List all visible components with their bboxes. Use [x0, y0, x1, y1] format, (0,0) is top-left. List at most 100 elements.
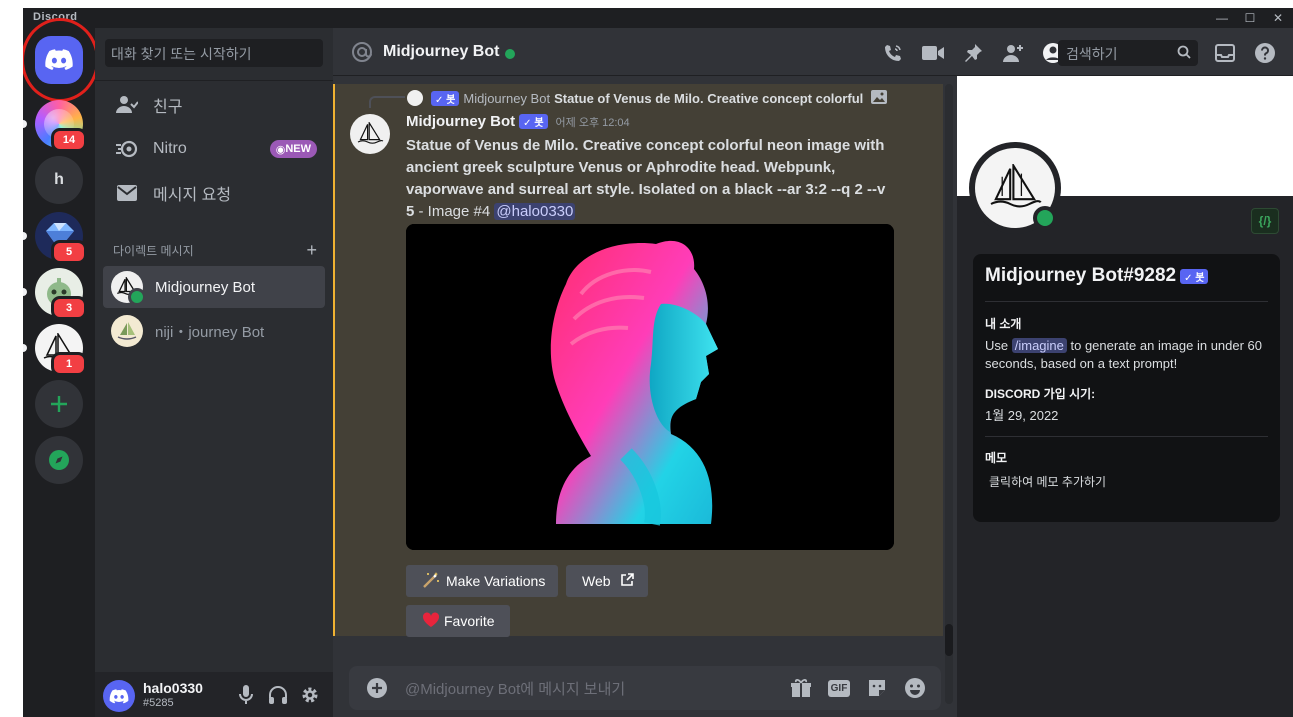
gif-label: GIF: [827, 679, 851, 697]
emoji-icon[interactable]: [903, 676, 927, 700]
niji-boat-icon: [117, 322, 137, 340]
message-author[interactable]: Midjourney Bot: [406, 113, 515, 130]
member-since-label: DISCORD 가입 시기:: [985, 387, 1096, 401]
image-icon: [871, 89, 888, 107]
server-icon-gem[interactable]: 5: [23, 212, 87, 264]
nitro-icon: [115, 137, 139, 161]
profile-username: Midjourney Bot#9282: [985, 265, 1177, 286]
dm-section-header: 다이렉트 메시지 +: [113, 240, 317, 261]
online-status-dot: [1033, 206, 1057, 230]
sidebar-divider: [95, 80, 333, 81]
channel-title: Midjourney Bot: [383, 43, 500, 60]
discord-logo-icon: [45, 49, 73, 70]
minimize-button[interactable]: —: [1209, 8, 1235, 28]
reply-preview[interactable]: ✓ 봇 Midjourney Bot Statue of Venus de Mi…: [407, 89, 888, 107]
user-profile-panel: {/} Midjourney Bot#9282 ✓ 봇 내 소개 Use /im…: [957, 76, 1293, 717]
search-icon: [1177, 45, 1191, 62]
server-icon-midjourney[interactable]: 1: [23, 324, 87, 376]
button-label: Web: [582, 573, 611, 589]
bot-badge: ✓ 봇: [1180, 268, 1209, 284]
settings-gear-icon[interactable]: [298, 684, 322, 706]
supports-commands-badge[interactable]: {/}: [1251, 208, 1279, 234]
message-composer[interactable]: @Midjourney Bot에 메시지 보내기 GIF: [349, 666, 941, 710]
at-sign-icon: [351, 41, 373, 68]
about-pre: Use: [985, 338, 1012, 353]
mention-badge: 3: [51, 296, 87, 320]
dm-item-niji-journey-bot[interactable]: niji・journey Bot: [103, 310, 325, 352]
microphone-icon[interactable]: [234, 684, 258, 706]
button-label: Favorite: [444, 613, 495, 629]
app-brand: Discord: [33, 11, 78, 23]
close-button[interactable]: ✕: [1265, 8, 1291, 28]
username: halo0330: [143, 680, 203, 696]
profile-avatar[interactable]: [969, 142, 1061, 234]
add-friend-to-dm-icon[interactable]: [1001, 41, 1025, 65]
sidebar-item-label: Nitro: [153, 140, 187, 157]
user-mention[interactable]: @halo0330: [494, 203, 576, 220]
sticker-icon[interactable]: [865, 676, 889, 700]
slash-command[interactable]: /imagine: [1011, 338, 1067, 353]
add-server-button[interactable]: [35, 380, 83, 428]
header-search-input[interactable]: 검색하기: [1058, 40, 1198, 66]
new-badge: ◉ NEW: [269, 140, 317, 158]
reply-connector: [369, 96, 405, 108]
server-icon-green[interactable]: 3: [23, 268, 87, 320]
video-call-icon[interactable]: [921, 41, 945, 65]
message-avatar[interactable]: [350, 114, 390, 154]
favorite-button[interactable]: Favorite: [406, 605, 510, 637]
gift-icon[interactable]: [789, 676, 813, 700]
button-label: Make Variations: [446, 573, 546, 589]
sidebar-item-message-requests[interactable]: 메시지 요청: [103, 172, 325, 214]
create-dm-button[interactable]: +: [306, 240, 317, 261]
profile-card: Midjourney Bot#9282 ✓ 봇 내 소개 Use /imagin…: [973, 254, 1280, 522]
channel-header: Midjourney Bot 검색하기: [333, 28, 1293, 76]
image-label: - Image #4: [414, 203, 495, 220]
server-icon-h[interactable]: h: [35, 156, 83, 204]
find-conversation-input[interactable]: 대화 찾기 또는 시작하기: [105, 39, 323, 67]
unread-pill: [23, 288, 27, 296]
scrollbar-thumb[interactable]: [945, 624, 953, 656]
server-icon-gradient[interactable]: 14: [23, 100, 87, 152]
upload-plus-icon[interactable]: [365, 676, 389, 700]
inbox-icon[interactable]: [1213, 41, 1237, 65]
maximize-button[interactable]: ☐: [1237, 8, 1263, 28]
sidebar-item-friends[interactable]: 친구: [103, 84, 325, 126]
voice-call-icon[interactable]: [881, 41, 905, 65]
sidebar-item-label: 메시지 요청: [153, 187, 232, 204]
compass-icon: [49, 450, 69, 470]
pinned-messages-icon[interactable]: [961, 41, 985, 65]
title-bar: Discord — ☐ ✕: [23, 8, 1293, 28]
headphones-icon[interactable]: [266, 684, 290, 706]
user-avatar[interactable]: [103, 680, 135, 712]
dm-item-midjourney-bot[interactable]: Midjourney Bot: [103, 266, 325, 308]
new-badge-label: NEW: [285, 143, 311, 155]
home-button[interactable]: [23, 18, 99, 102]
message-content: Statue of Venus de Milo. Creative concep…: [406, 135, 896, 223]
web-link-button[interactable]: Web: [566, 565, 648, 597]
dm-name: niji・journey Bot: [155, 323, 265, 341]
make-variations-button[interactable]: Make Variations: [406, 565, 558, 597]
scrollbar-track[interactable]: [945, 84, 953, 704]
generated-image[interactable]: [406, 224, 894, 550]
envelope-icon: [115, 181, 139, 205]
sailboat-icon: [990, 164, 1042, 208]
sidebar-item-nitro[interactable]: Nitro ◉ NEW: [103, 128, 325, 170]
help-icon[interactable]: [1253, 41, 1277, 65]
server-rail: 14 h 5 3 1: [23, 18, 99, 717]
mention-badge: 14: [51, 128, 87, 152]
user-panel: halo0330 #5285: [95, 672, 333, 717]
server-initial: h: [54, 171, 64, 188]
about-me-label: 내 소개: [985, 317, 1022, 331]
explore-servers-button[interactable]: [35, 436, 83, 484]
online-status-dot: [128, 288, 146, 306]
gif-icon[interactable]: GIF: [827, 676, 851, 700]
about-me-text: Use /imagine to generate an image in und…: [985, 337, 1275, 373]
profile-title: Midjourney Bot#9282 ✓ 봇: [985, 265, 1212, 287]
user-tag: #5285: [143, 697, 174, 709]
profile-divider: [985, 301, 1268, 302]
note-input[interactable]: 클릭하여 메모 추가하기: [989, 473, 1106, 491]
message-input-placeholder[interactable]: @Midjourney Bot에 메시지 보내기: [405, 678, 625, 699]
discord-logo-icon: [109, 688, 129, 703]
mention-badge: 5: [51, 240, 87, 264]
search-placeholder: 검색하기: [1066, 46, 1118, 62]
